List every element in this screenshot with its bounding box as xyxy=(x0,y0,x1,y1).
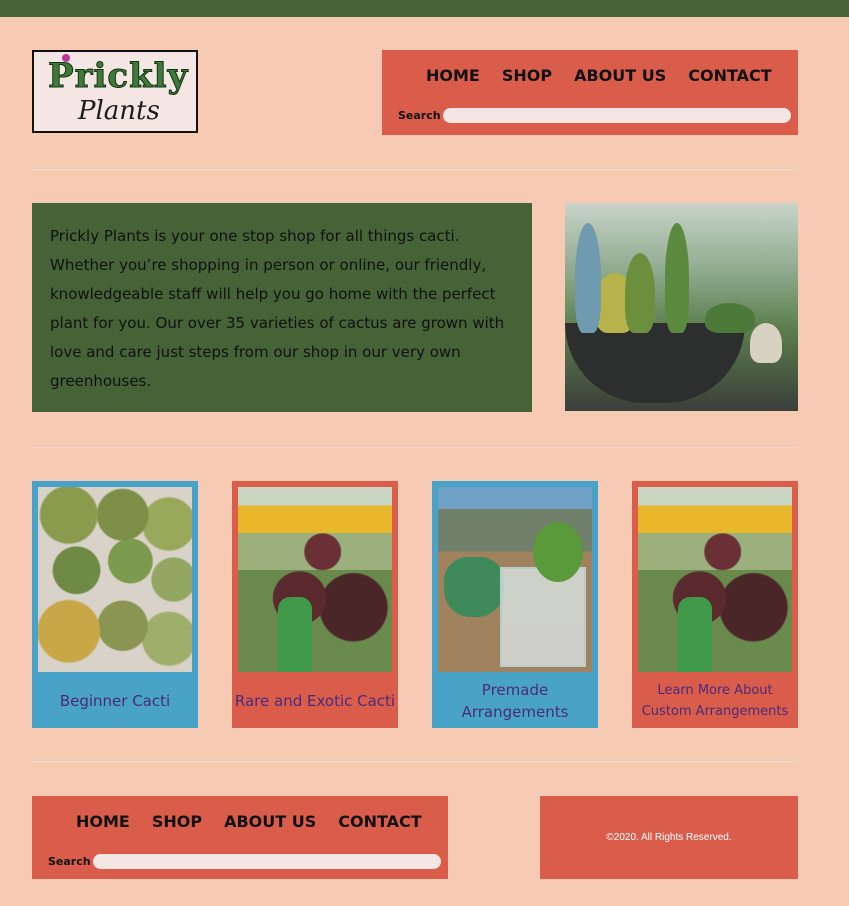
search-label: Search xyxy=(398,109,441,122)
nav-shop-link[interactable]: SHOP xyxy=(152,812,202,831)
card-image[interactable] xyxy=(38,487,192,672)
logo-text-line1: Prickly xyxy=(47,56,189,97)
nav-about-link[interactable]: ABOUT US xyxy=(224,812,316,831)
cactus-shape xyxy=(705,303,755,333)
intro-box: Prickly Plants is your one stop shop for… xyxy=(32,203,532,412)
divider xyxy=(32,761,798,762)
search-label: Search xyxy=(48,855,91,868)
nav-contact-link[interactable]: CONTACT xyxy=(338,812,421,831)
header-nav: HOME SHOP ABOUT US CONTACT Search xyxy=(382,50,798,135)
nav-about-link[interactable]: ABOUT US xyxy=(574,66,666,85)
cactus-shape xyxy=(625,253,655,333)
card-custom[interactable]: Learn More About Custom Arrangements xyxy=(632,481,798,728)
card-label[interactable]: Rare and Exotic Cacti xyxy=(232,677,398,725)
nav-home-link[interactable]: HOME xyxy=(426,66,480,85)
search-input[interactable] xyxy=(443,108,791,123)
card-image[interactable] xyxy=(438,487,592,672)
vase-shape xyxy=(444,557,504,617)
card-rare[interactable]: Rare and Exotic Cacti xyxy=(232,481,398,728)
cactus-shape xyxy=(678,597,712,672)
card-label[interactable]: Premade Arrangements xyxy=(432,677,598,725)
copyright-box: ©2020. All Rights Reserved. xyxy=(540,796,798,879)
cactus-shape xyxy=(665,223,689,333)
card-label[interactable]: Beginner Cacti xyxy=(32,677,198,725)
top-bar xyxy=(0,0,849,17)
pot-shape xyxy=(565,323,745,403)
card-beginner[interactable]: Beginner Cacti xyxy=(32,481,198,728)
cactus-shape xyxy=(533,522,583,582)
logo-text-line2: Plants xyxy=(78,96,160,126)
nav-shop-link[interactable]: SHOP xyxy=(502,66,552,85)
card-label[interactable]: Learn More About Custom Arrangements xyxy=(632,677,798,725)
logo[interactable]: Prickly Plants xyxy=(32,50,198,133)
nav-links: HOME SHOP ABOUT US CONTACT xyxy=(426,66,772,85)
hero-image xyxy=(565,203,798,411)
card-image[interactable] xyxy=(638,487,792,672)
nav-home-link[interactable]: HOME xyxy=(76,812,130,831)
copyright-text: ©2020. All Rights Reserved. xyxy=(606,832,732,843)
search-input[interactable] xyxy=(93,854,441,869)
cactus-shape xyxy=(575,223,601,333)
intro-text: Prickly Plants is your one stop shop for… xyxy=(50,227,505,390)
footer-nav: HOME SHOP ABOUT US CONTACT Search xyxy=(32,796,448,879)
card-image[interactable] xyxy=(238,487,392,672)
nav-contact-link[interactable]: CONTACT xyxy=(688,66,771,85)
cactus-shape xyxy=(278,597,312,672)
cactus-shape xyxy=(750,323,782,363)
card-premade[interactable]: Premade Arrangements xyxy=(432,481,598,728)
divider xyxy=(32,169,798,170)
nav-links: HOME SHOP ABOUT US CONTACT xyxy=(76,812,422,831)
jar-shape xyxy=(500,567,586,667)
divider xyxy=(32,447,798,448)
